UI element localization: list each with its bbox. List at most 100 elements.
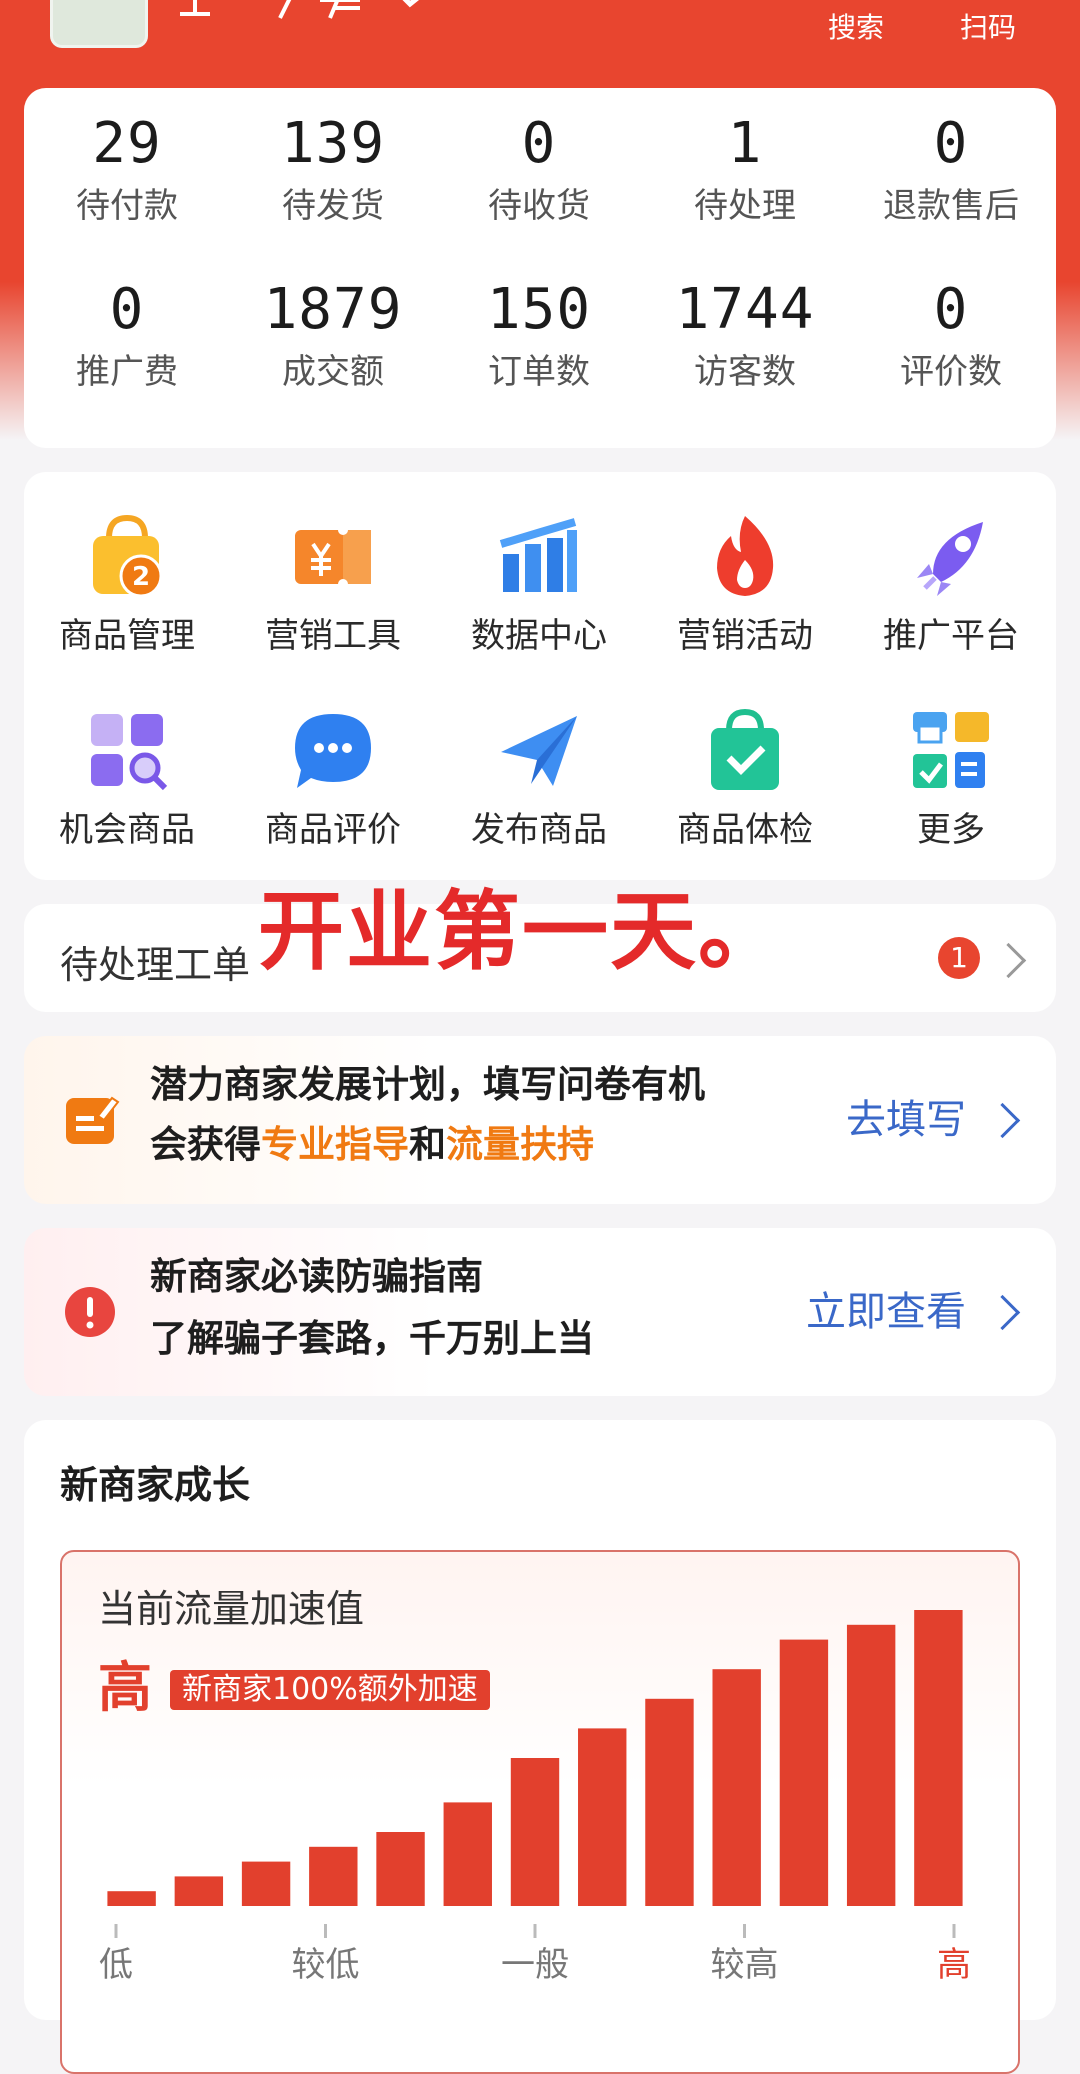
stat-value: 1 — [727, 111, 763, 176]
chart-bar — [846, 1624, 896, 1906]
chart-tick-label: 高 — [937, 1945, 971, 1985]
tool-item[interactable]: 更多 — [848, 702, 1054, 852]
tool-item[interactable]: 营销活动 — [642, 508, 848, 658]
shop-avatar[interactable] — [50, 0, 148, 48]
stat-item[interactable]: 1879 成交额 — [230, 278, 436, 394]
stat-item[interactable]: 139 待发货 — [230, 112, 436, 228]
tool-item[interactable]: 商品评价 — [230, 702, 436, 852]
stats-card: 29 待付款 139 待发货 0 待收货 1 待处理 0 退款售后 0 推广费 1879 成交额 150 订单… — [24, 88, 1056, 448]
plan-line-2: 会获得专业指导和流量扶持 — [150, 1116, 594, 1174]
bag-badge-number: 2 — [132, 562, 150, 592]
growth-plan-banner[interactable]: 潜力商家发展计划，填写问卷有机 会获得专业指导和流量扶持 去填写 — [24, 1036, 1056, 1204]
chart-tick-label: 低 — [99, 1945, 133, 1985]
stat-label: 待收货 — [488, 186, 590, 226]
stat-label: 待发货 — [282, 186, 384, 226]
anti-fraud-banner[interactable]: 新商家必读防骗指南 了解骗子套路，千万别上当 立即查看 — [24, 1228, 1056, 1396]
chevron-right-icon — [984, 1294, 1021, 1331]
stat-item[interactable]: 150 订单数 — [436, 278, 642, 394]
stat-item[interactable]: 0 待收货 — [436, 112, 642, 228]
plan-text-a: 会获得 — [150, 1123, 261, 1166]
tool-item[interactable]: 2 商品管理 — [24, 508, 230, 658]
guide-line-1: 新商家必读防骗指南 — [150, 1255, 483, 1298]
stat-item[interactable]: 0 推广费 — [24, 278, 230, 394]
growth-section-title: 新商家成长 — [60, 1463, 251, 1507]
stat-item[interactable]: 0 评价数 — [848, 278, 1054, 394]
traffic-boost-chart: 低 较低 一般 较高 高 — [99, 1610, 971, 1985]
search-button[interactable]: 搜索 — [828, 8, 884, 48]
stat-value: 150 — [486, 277, 592, 342]
chart-bar — [645, 1698, 694, 1906]
chat-bubble-icon — [295, 714, 371, 788]
stat-value: 0 — [933, 111, 969, 176]
stat-label: 评价数 — [900, 352, 1002, 392]
stat-value: 29 — [92, 111, 162, 176]
tool-item[interactable]: 商品体检 — [642, 702, 848, 852]
chart-bar — [376, 1832, 425, 1906]
plan-text-b: 和 — [409, 1123, 446, 1166]
stat-item[interactable]: 29 待付款 — [24, 112, 230, 228]
view-now-link[interactable]: 立即查看 — [806, 1286, 966, 1338]
new-merchant-growth-card: 新商家成长 当前流量加速值 高 新商家100%额外加速 低较低 一般 较高高 — [24, 1420, 1056, 2074]
chart-bar — [174, 1876, 224, 1906]
chart-bar — [712, 1669, 761, 1906]
chart-bar — [107, 1891, 156, 1906]
tool-label: 推广平台 — [883, 616, 1019, 656]
flame-icon — [717, 516, 774, 596]
grid-search-icon — [91, 714, 168, 791]
paper-plane-icon — [501, 716, 577, 786]
chart-bar — [914, 1610, 963, 1906]
stat-value: 0 — [521, 111, 557, 176]
tool-item[interactable]: 推广平台 — [848, 508, 1054, 658]
chart-tick-label: 一般 — [501, 1945, 569, 1985]
chart-bar — [443, 1802, 492, 1906]
tool-item[interactable]: 营销工具 — [230, 508, 436, 658]
plan-highlight-2: 流量扶持 — [446, 1123, 594, 1166]
chart-bar — [779, 1639, 829, 1906]
tool-label: 数据中心 — [471, 616, 607, 656]
tool-label: 营销工具 — [265, 616, 401, 656]
edit-form-icon — [66, 1096, 120, 1144]
pending-count-badge: 1 — [938, 937, 980, 979]
rocket-icon — [917, 522, 983, 596]
tool-item[interactable]: 发布商品 — [436, 702, 642, 852]
tool-label: 机会商品 — [59, 810, 195, 850]
tool-label: 更多 — [917, 810, 985, 850]
pending-orders-label: 待处理工单 — [60, 943, 251, 987]
shopping-bag-icon: 2 — [93, 514, 163, 598]
stat-label: 访客数 — [694, 352, 796, 392]
chart-bar — [578, 1728, 627, 1906]
bar-chart-icon — [499, 518, 577, 592]
stat-item[interactable]: 0 退款售后 — [848, 112, 1054, 228]
stat-item[interactable]: 1 待处理 — [642, 112, 848, 228]
chart-tick-label: 较低 — [292, 1945, 360, 1985]
coupon-ticket-icon — [295, 525, 371, 589]
tool-label: 营销活动 — [677, 616, 813, 656]
chevron-right-icon — [984, 1102, 1021, 1139]
tool-item[interactable]: 数据中心 — [436, 508, 642, 658]
stat-label: 待付款 — [76, 186, 178, 226]
stat-value: 0 — [109, 277, 145, 342]
stat-label: 退款售后 — [883, 186, 1019, 226]
alert-icon — [65, 1287, 115, 1337]
chevron-right-icon — [990, 942, 1027, 979]
scan-button[interactable]: 扫码 — [960, 8, 1016, 48]
stat-value: 139 — [280, 111, 386, 176]
stat-value: 0 — [933, 277, 969, 342]
stat-label: 推广费 — [76, 352, 178, 392]
tool-label: 商品管理 — [59, 616, 195, 656]
stat-item[interactable]: 1744 访客数 — [642, 278, 848, 394]
stat-value: 1744 — [675, 277, 815, 342]
tool-item[interactable]: 机会商品 — [24, 702, 230, 852]
stat-label: 成交额 — [282, 352, 384, 392]
more-apps-icon — [913, 712, 989, 788]
chart-tick-label: 较高 — [711, 1945, 779, 1985]
stat-value: 1879 — [263, 277, 403, 342]
tool-label: 商品评价 — [265, 810, 401, 850]
tool-label: 商品体检 — [677, 810, 813, 850]
plan-highlight-1: 专业指导 — [261, 1123, 409, 1166]
overlay-caption: 开业第一天。 — [258, 882, 786, 982]
chart-bar — [510, 1758, 560, 1906]
shop-name-glyphs — [180, 0, 420, 19]
fill-survey-link[interactable]: 去填写 — [846, 1094, 966, 1146]
checked-bag-icon — [711, 708, 779, 790]
